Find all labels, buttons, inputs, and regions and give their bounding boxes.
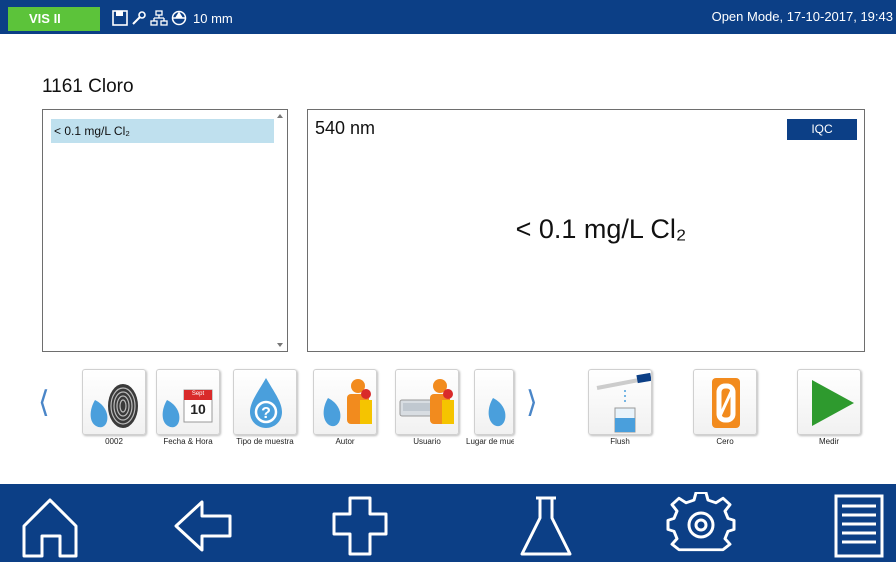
zero-icon <box>712 378 740 428</box>
mode-badge: VIS II <box>8 7 100 31</box>
fingerprint-icon <box>90 384 138 428</box>
calendar-month: Sept <box>191 391 205 397</box>
sample-location-button[interactable] <box>474 369 514 435</box>
sample-location-icon <box>488 398 506 427</box>
flask-icon <box>520 496 572 556</box>
list-item[interactable]: < 0.1 mg/L Cl₂ <box>51 119 274 143</box>
svg-text:?: ? <box>261 405 271 422</box>
calendar-day: 10 <box>190 401 206 417</box>
measurement-value: < 0.1 mg/L Cl₂ <box>515 214 687 244</box>
cell-length: 10 mm <box>193 10 233 26</box>
scrollbar[interactable] <box>276 112 285 349</box>
user-icon <box>399 379 454 424</box>
author-icon <box>323 379 372 427</box>
tile-label-flush: Flush <box>610 437 630 446</box>
date-time-button[interactable]: Sept 10 <box>156 369 220 435</box>
bottom-nav <box>0 484 896 562</box>
home-icon <box>22 498 78 558</box>
sample-id-button[interactable] <box>82 369 146 435</box>
tile-label-author: Autor <box>335 437 355 446</box>
menu-icon <box>834 494 884 558</box>
save-icon <box>112 10 128 26</box>
scroll-down-arrow[interactable] <box>277 343 283 347</box>
result-panel: 540 nm IQC < 0.1 mg/L Cl₂ <box>307 109 865 352</box>
flush-button[interactable] <box>588 369 652 435</box>
wavelength: 540 nm <box>315 118 376 138</box>
tile-label-sample-location: Lugar de muestra <box>466 437 514 446</box>
tile-label-date-time: Fecha & Hora <box>163 437 213 446</box>
wrench-icon <box>131 10 147 26</box>
page-title: 1161 Cloro <box>42 76 134 97</box>
toolbar-next-arrow[interactable]: ⟩ <box>526 388 538 418</box>
result-list[interactable]: < 0.1 mg/L Cl₂ <box>42 109 288 352</box>
tile-label-zero: Cero <box>716 437 734 446</box>
scroll-up-arrow[interactable] <box>277 114 283 118</box>
toolbar-prev-arrow[interactable]: ⟨ <box>38 388 50 418</box>
back-icon <box>174 500 232 552</box>
tile-label-measure: Medir <box>818 437 839 446</box>
status-icons: 10 mm <box>112 8 233 28</box>
back-button[interactable] <box>172 492 242 558</box>
sample-type-button[interactable]: ? <box>233 369 297 435</box>
tile-label-user: Usuario <box>413 437 441 446</box>
home-button[interactable] <box>16 492 86 558</box>
sample-type-icon: ? <box>250 378 282 428</box>
status-bar: VIS II 10 mm Open Mode, 17-10-2017, 19:4… <box>0 0 896 34</box>
lamp-icon <box>171 10 187 26</box>
iqc-button[interactable]: IQC <box>787 119 857 140</box>
tile-label-sample-type: Tipo de muestra <box>236 437 294 446</box>
mode-datetime: Open Mode, 17-10-2017, 19:43 <box>711 9 893 24</box>
user-button[interactable] <box>395 369 459 435</box>
zero-button[interactable] <box>693 369 757 435</box>
add-button[interactable] <box>326 492 396 558</box>
tile-label-sample-id: 0002 <box>105 437 123 446</box>
plus-icon <box>332 496 388 556</box>
flush-icon <box>596 372 651 433</box>
gear-icon <box>666 492 736 552</box>
methods-button[interactable] <box>512 492 582 558</box>
play-icon <box>812 380 854 426</box>
network-icon <box>150 10 168 26</box>
measure-button[interactable] <box>797 369 861 435</box>
menu-button[interactable] <box>824 492 894 558</box>
author-button[interactable] <box>313 369 377 435</box>
settings-button[interactable] <box>666 492 736 558</box>
